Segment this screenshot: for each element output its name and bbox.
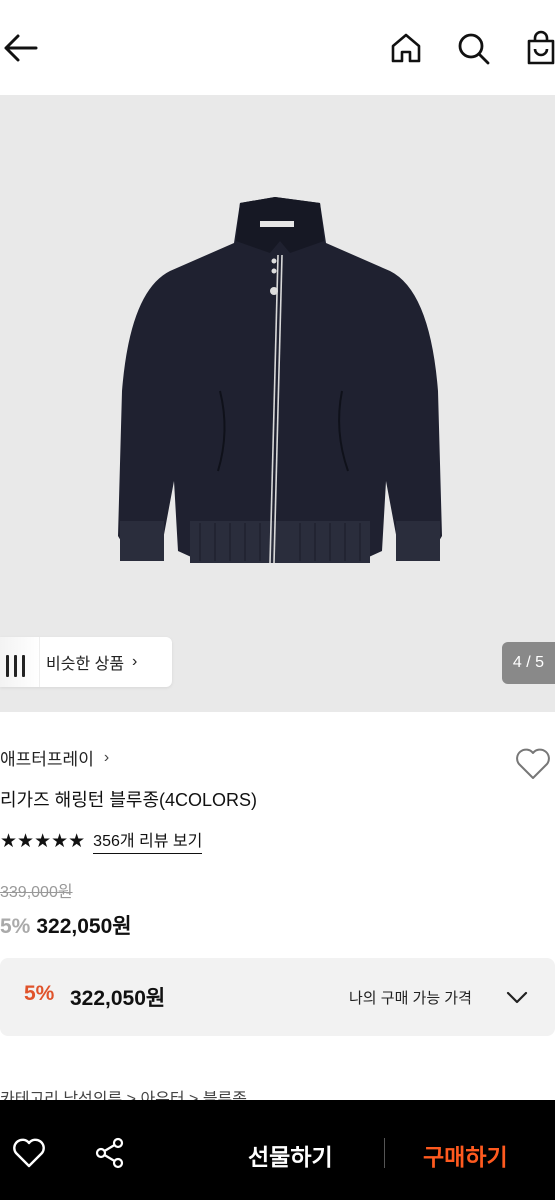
chevron-right-icon: › (132, 653, 138, 670)
brand-link[interactable]: 애프터프레이 › (0, 745, 109, 770)
top-bar (0, 0, 555, 95)
sale-price-row: 5% 322,050원 (0, 910, 132, 940)
chevron-right-icon: › (103, 748, 110, 766)
search-icon (458, 33, 490, 65)
product-title: 리가즈 해링턴 블루종(4COLORS) (0, 790, 258, 810)
home-icon (391, 33, 421, 63)
arrow-left-icon (4, 34, 38, 62)
product-jacket-image (118, 197, 442, 564)
shopping-bag-icon (527, 30, 554, 65)
wishlist-button[interactable] (513, 744, 553, 784)
share-icon[interactable] (94, 1137, 126, 1169)
original-price: 339,000원 (0, 884, 73, 901)
divider (384, 1138, 385, 1168)
similar-thumbnail (0, 637, 40, 687)
star-rating: ★★★★★ (0, 829, 86, 852)
similar-products-button[interactable]: 비슷한 상품 › (0, 637, 172, 687)
buy-button[interactable]: 구매하기 (423, 1138, 508, 1172)
chevron-down-icon (506, 991, 528, 1004)
image-counter: 4 / 5 (502, 642, 555, 684)
sale-price: 322,050원 (36, 915, 132, 938)
gift-button[interactable]: 선물하기 (248, 1138, 333, 1172)
product-image-gallery[interactable]: 비슷한 상품 › 4 / 5 (0, 95, 555, 712)
similar-products-label: 비슷한 상품 (46, 656, 125, 673)
home-button[interactable] (386, 28, 426, 68)
heart-icon[interactable] (12, 1136, 46, 1170)
my-discount-percent: 5% (24, 982, 55, 1005)
bottom-action-bar: 선물하기 구매하기 (0, 1100, 555, 1200)
back-button[interactable] (0, 28, 40, 68)
brand-name: 애프터프레이 (0, 750, 94, 769)
review-link[interactable]: 356개 리뷰 보기 (93, 827, 203, 854)
discount-percent: 5% (0, 915, 31, 938)
heart-outline-icon (516, 748, 550, 779)
my-price-label: 나의 구매 가능 가격 (349, 990, 472, 1007)
rating-row: ★★★★★ 356개 리뷰 보기 (0, 827, 203, 854)
my-price-dropdown[interactable]: 5% 322,050원 나의 구매 가능 가격 (0, 958, 555, 1036)
search-button[interactable] (453, 28, 493, 68)
my-price: 322,050원 (70, 987, 166, 1010)
cart-button[interactable] (518, 28, 555, 68)
